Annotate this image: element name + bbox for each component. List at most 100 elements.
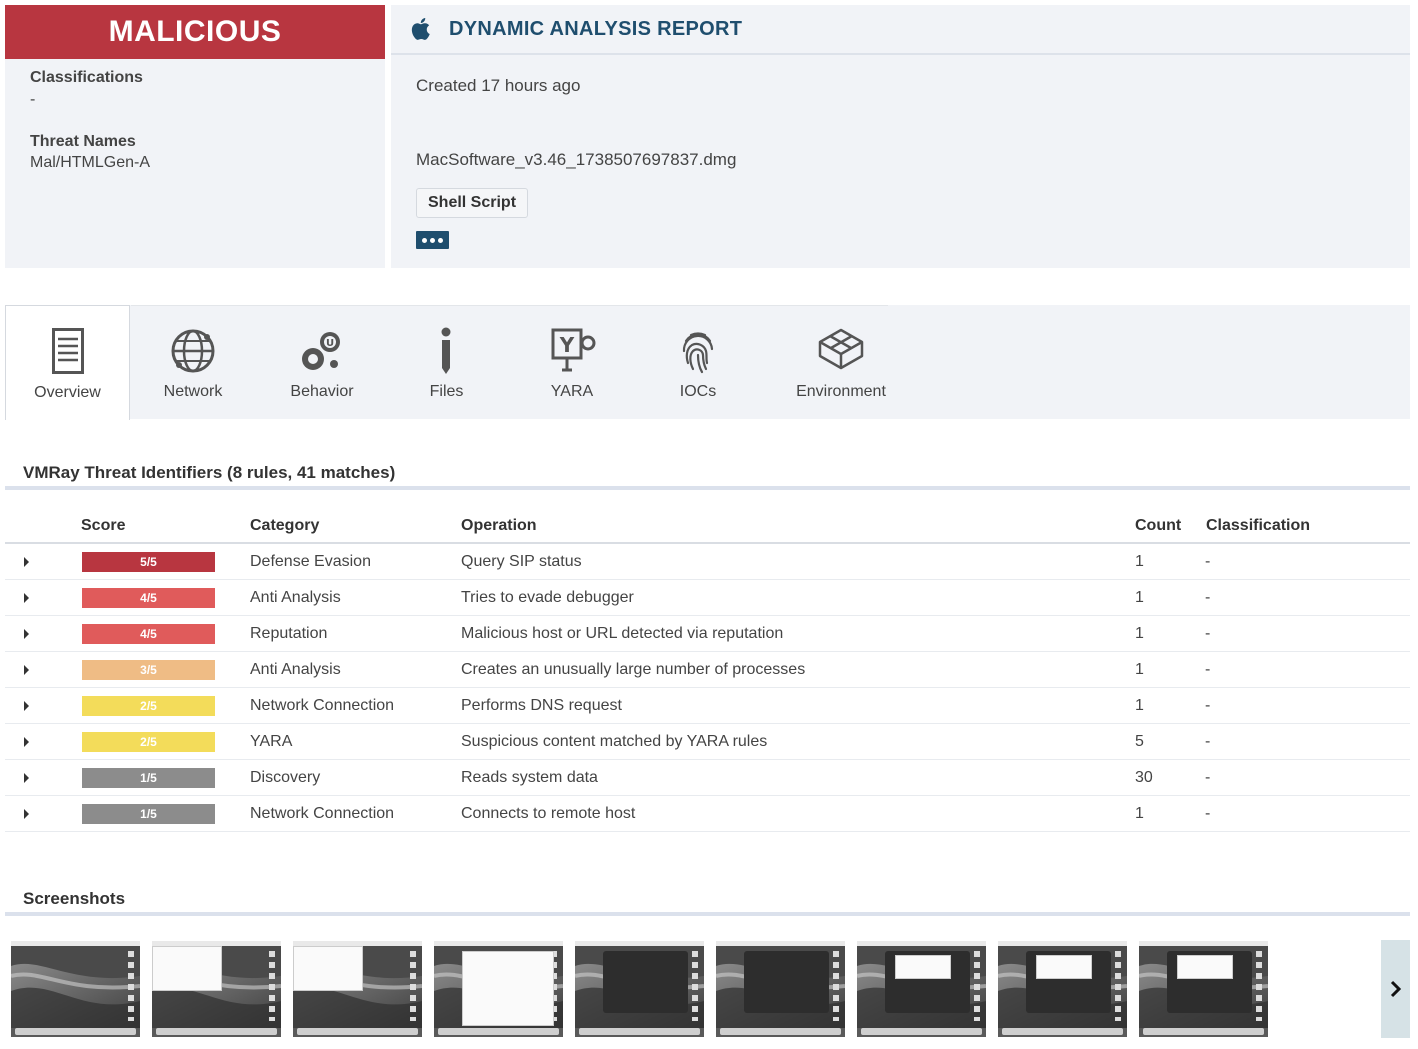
report-tabs: Overview Network U Behavior Files Y YARA… xyxy=(5,305,1410,420)
category-cell: Network Connection xyxy=(250,805,395,822)
tab-environment[interactable]: Environment xyxy=(775,305,907,419)
expand-caret-icon[interactable] xyxy=(24,593,29,603)
chevron-right-icon xyxy=(1390,980,1401,998)
threat-identifiers-title: VMRay Threat Identifiers (8 rules, 41 ma… xyxy=(23,463,396,482)
screenshot-thumbnail[interactable] xyxy=(11,941,140,1037)
operation-cell: Suspicious content matched by YARA rules xyxy=(461,733,768,750)
tab-overview[interactable]: Overview xyxy=(5,305,130,420)
category-cell: Discovery xyxy=(250,769,321,786)
expand-caret-icon[interactable] xyxy=(24,665,29,675)
threat-names-value: Mal/HTMLGen-A xyxy=(30,154,151,171)
report-title: DYNAMIC ANALYSIS REPORT xyxy=(449,17,743,40)
expand-caret-icon[interactable] xyxy=(24,809,29,819)
table-row[interactable]: 3/5 Anti Analysis Creates an unusually l… xyxy=(5,652,1410,688)
category-cell: Network Connection xyxy=(250,697,395,714)
tab-label: Network xyxy=(163,383,223,400)
table-row[interactable]: 4/5 Anti Analysis Tries to evade debugge… xyxy=(5,580,1410,616)
table-row[interactable]: 2/5 YARA Suspicious content matched by Y… xyxy=(5,724,1410,760)
operation-cell: Connects to remote host xyxy=(461,805,636,822)
tab-label: Environment xyxy=(796,383,886,400)
score-badge: 2/5 xyxy=(82,696,215,716)
category-cell: Defense Evasion xyxy=(250,553,371,570)
column-header-classification[interactable]: Classification xyxy=(1206,517,1310,535)
column-header-count[interactable]: Count xyxy=(1135,517,1181,535)
tab-files[interactable]: Files xyxy=(389,305,504,419)
tab-network[interactable]: Network xyxy=(131,305,255,419)
screenshot-thumbnail[interactable] xyxy=(716,941,845,1037)
expand-caret-icon[interactable] xyxy=(24,557,29,567)
operation-cell: Performs DNS request xyxy=(461,697,622,714)
classification-cell: - xyxy=(1205,553,1211,570)
info-icon xyxy=(441,327,451,374)
cube-icon xyxy=(818,328,864,370)
category-cell: Reputation xyxy=(250,625,328,642)
count-cell: 1 xyxy=(1135,697,1144,714)
verdict-panel: MALICIOUS Classifications - Threat Names… xyxy=(5,5,385,268)
next-screenshots-button[interactable] xyxy=(1381,940,1410,1038)
screenshot-thumbnail[interactable] xyxy=(1139,941,1268,1037)
created-time: Created 17 hours ago xyxy=(416,76,581,95)
table-row[interactable]: 1/5 Network Connection Connects to remot… xyxy=(5,796,1410,832)
table-row[interactable]: 1/5 Discovery Reads system data 30 - xyxy=(5,760,1410,796)
category-cell: Anti Analysis xyxy=(250,661,341,678)
classifications-label: Classifications xyxy=(30,69,143,86)
screenshot-thumbnail[interactable] xyxy=(434,941,563,1037)
tab-label: Overview xyxy=(34,384,101,401)
classification-cell: - xyxy=(1205,697,1211,714)
table-row[interactable]: 5/5 Defense Evasion Query SIP status 1 - xyxy=(5,544,1410,580)
score-badge: 4/5 xyxy=(82,588,215,608)
classification-cell: - xyxy=(1205,625,1211,642)
expand-caret-icon[interactable] xyxy=(24,629,29,639)
count-cell: 1 xyxy=(1135,589,1144,606)
operation-cell: Query SIP status xyxy=(461,553,582,570)
ellipsis-icon[interactable] xyxy=(416,231,449,249)
classification-cell: - xyxy=(1205,805,1211,822)
expand-caret-icon[interactable] xyxy=(24,773,29,783)
count-cell: 1 xyxy=(1135,661,1144,678)
section-divider xyxy=(5,486,1410,490)
expand-caret-icon[interactable] xyxy=(24,737,29,747)
operation-cell: Malicious host or URL detected via reput… xyxy=(461,625,784,642)
screenshot-thumbnail[interactable] xyxy=(293,941,422,1037)
count-cell: 5 xyxy=(1135,733,1144,750)
count-cell: 1 xyxy=(1135,553,1144,570)
svg-text:Y: Y xyxy=(559,333,575,357)
expand-caret-icon[interactable] xyxy=(24,701,29,711)
threat-names-label: Threat Names xyxy=(30,133,136,150)
yara-icon: Y xyxy=(551,328,596,372)
section-divider xyxy=(5,912,1410,916)
score-badge: 1/5 xyxy=(82,768,215,788)
column-header-score[interactable]: Score xyxy=(81,517,125,535)
table-row[interactable]: 4/5 Reputation Malicious host or URL det… xyxy=(5,616,1410,652)
screenshots-title: Screenshots xyxy=(23,889,126,908)
document-icon xyxy=(52,328,84,374)
report-title-bar: DYNAMIC ANALYSIS REPORT xyxy=(391,5,1410,55)
count-cell: 1 xyxy=(1135,805,1144,822)
tab-behavior[interactable]: U Behavior xyxy=(257,305,387,419)
screenshot-thumbnail[interactable] xyxy=(857,941,986,1037)
file-type-tag: Shell Script xyxy=(416,188,529,218)
operation-cell: Tries to evade debugger xyxy=(461,589,634,606)
score-badge: 1/5 xyxy=(82,804,215,824)
gears-icon: U xyxy=(302,332,340,370)
table-row[interactable]: 2/5 Network Connection Performs DNS requ… xyxy=(5,688,1410,724)
classification-cell: - xyxy=(1205,589,1211,606)
score-badge: 2/5 xyxy=(82,732,215,752)
tab-label: IOCs xyxy=(679,383,717,400)
score-badge: 4/5 xyxy=(82,624,215,644)
sample-filename: MacSoftware_v3.46_1738507697837.dmg xyxy=(416,150,737,169)
operation-cell: Creates an unusually large number of pro… xyxy=(461,661,806,678)
screenshot-thumbnail[interactable] xyxy=(998,941,1127,1037)
report-panel: DYNAMIC ANALYSIS REPORT Created 17 hours… xyxy=(391,5,1410,268)
column-header-operation[interactable]: Operation xyxy=(461,517,537,535)
tab-label: Behavior xyxy=(290,383,354,400)
category-cell: Anti Analysis xyxy=(250,589,341,606)
screenshot-thumbnail[interactable] xyxy=(152,941,281,1037)
screenshot-thumbnail[interactable] xyxy=(575,941,704,1037)
classification-cell: - xyxy=(1205,733,1211,750)
verdict-banner: MALICIOUS xyxy=(5,5,385,59)
column-header-category[interactable]: Category xyxy=(250,517,319,535)
tab-yara[interactable]: Y YARA xyxy=(510,305,634,419)
tab-iocs[interactable]: IOCs xyxy=(643,305,753,419)
category-cell: YARA xyxy=(250,733,293,750)
